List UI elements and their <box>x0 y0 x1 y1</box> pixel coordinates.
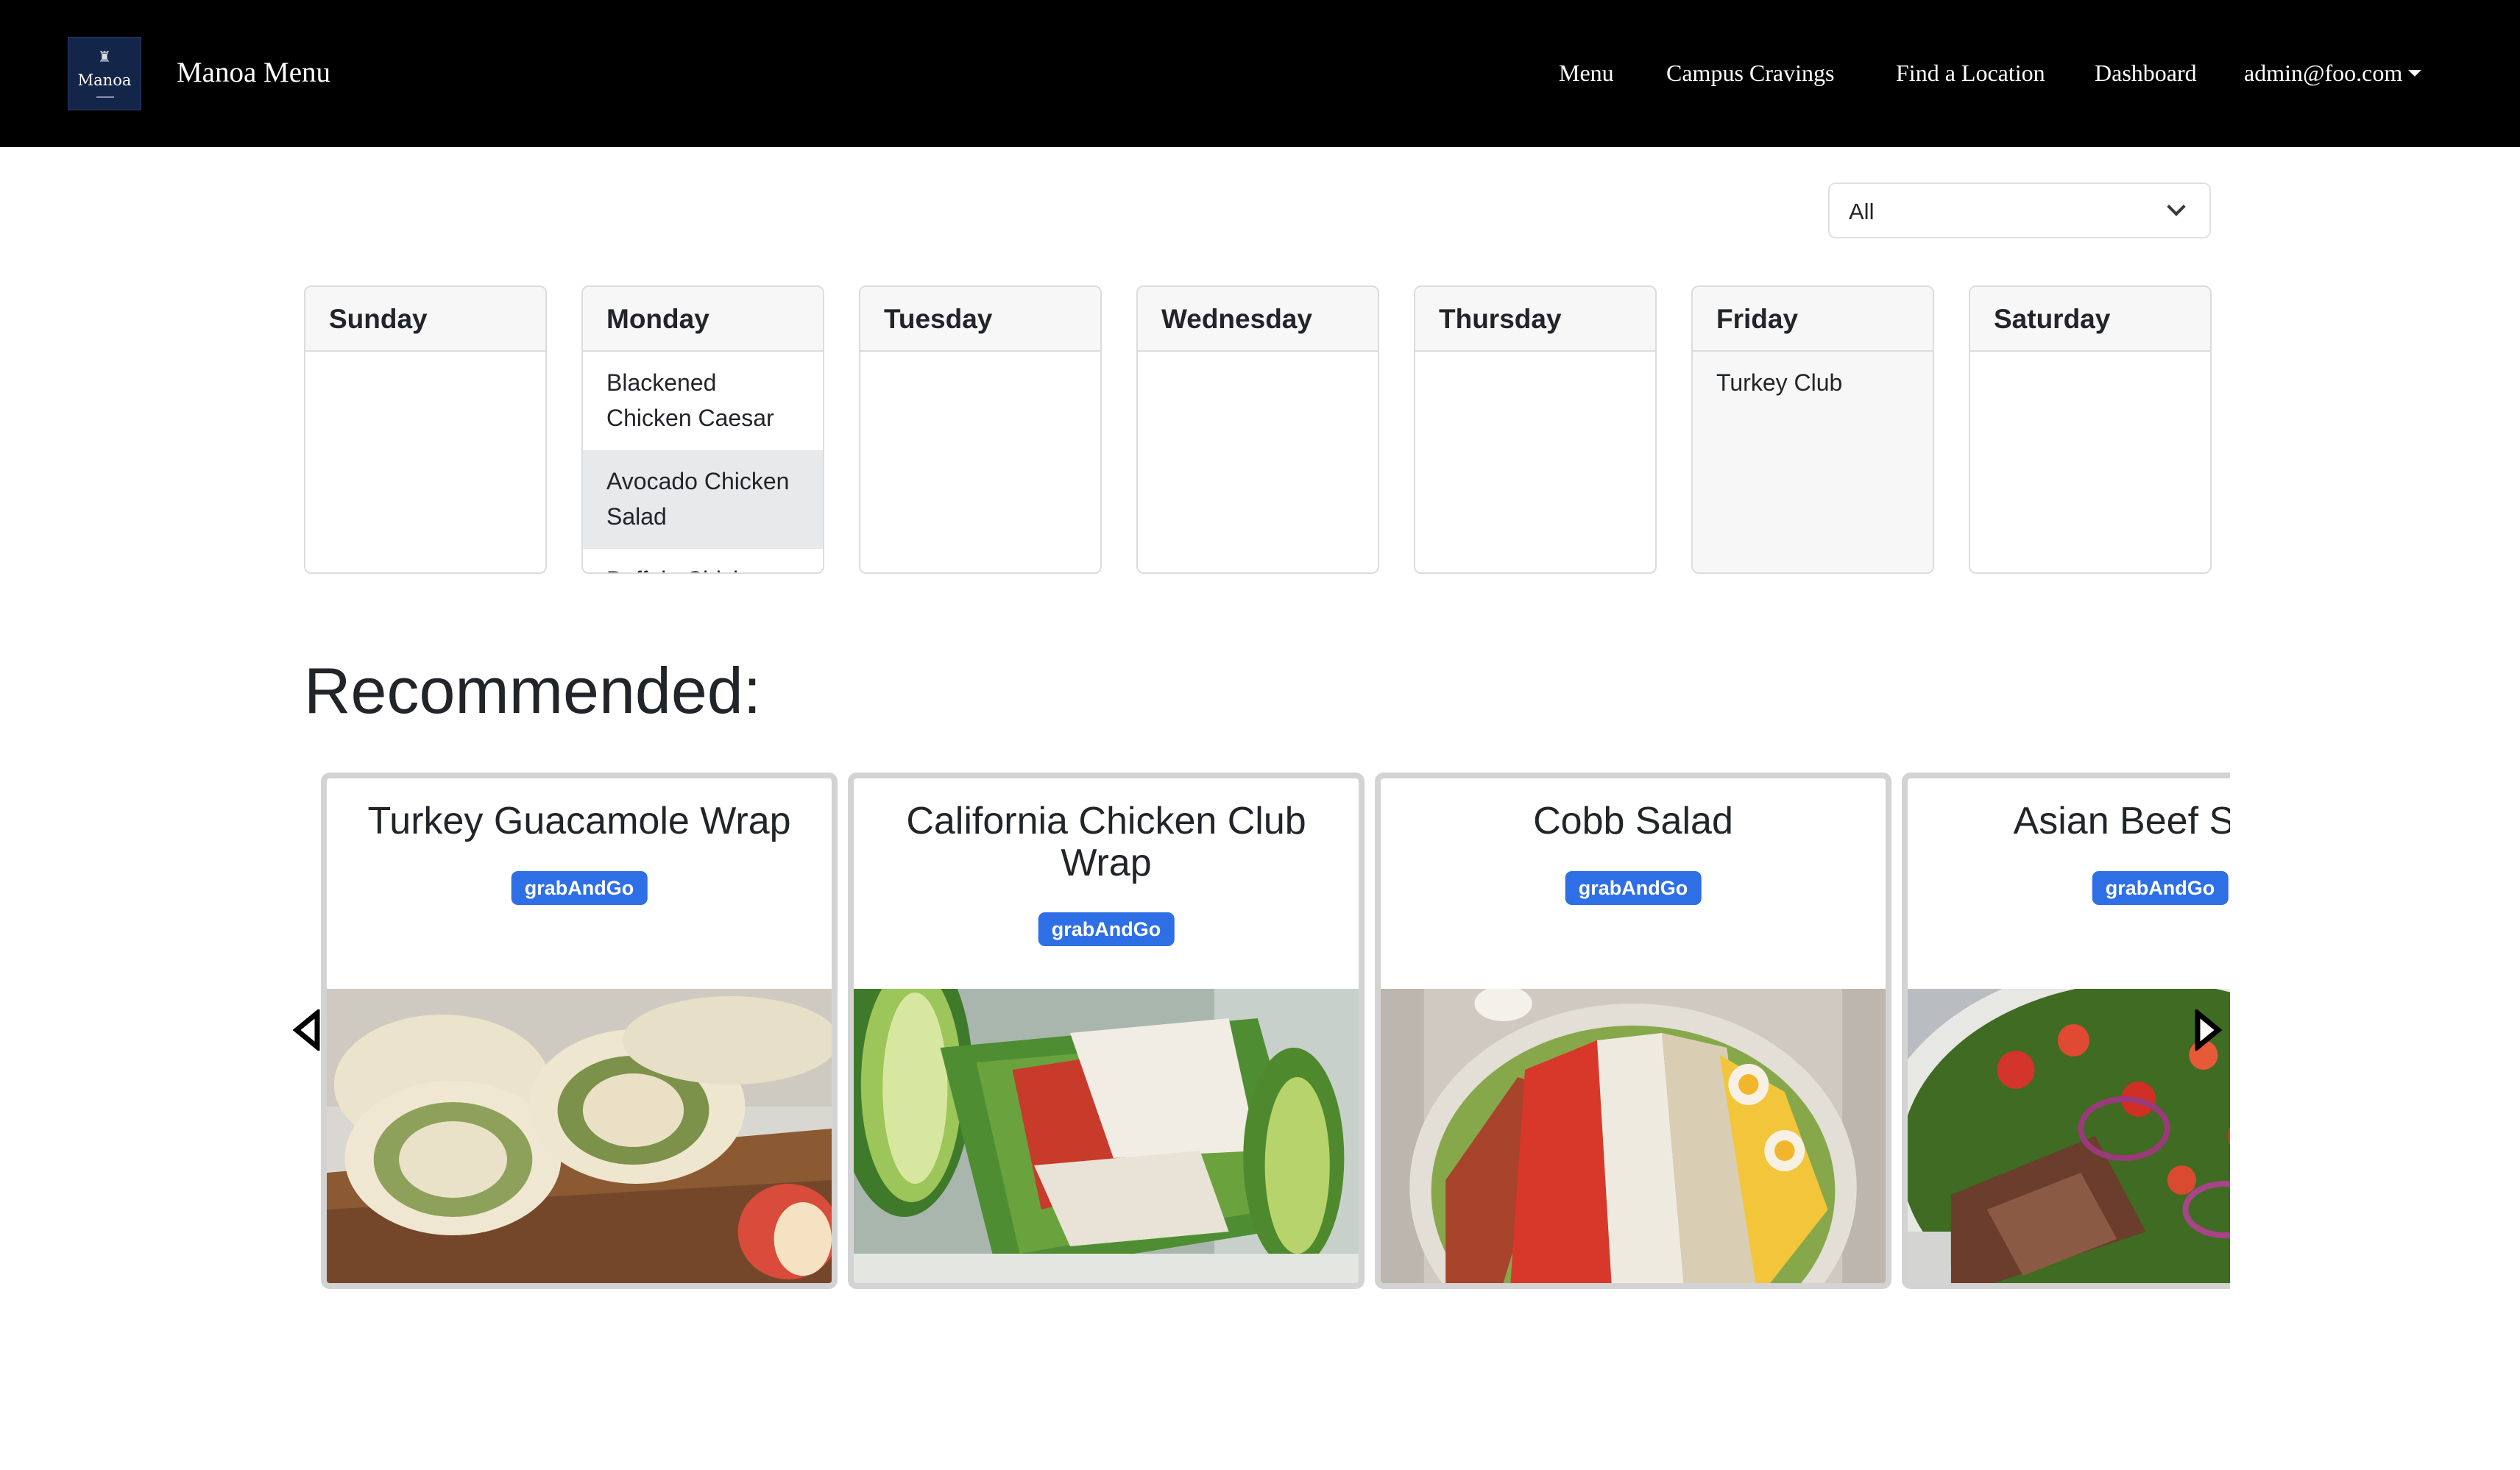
user-email: admin@foo.com <box>2244 60 2403 86</box>
carousel-next-button[interactable] <box>2193 1007 2223 1053</box>
day-header: Sunday <box>305 287 545 352</box>
day-items <box>1138 352 1378 572</box>
day-items <box>1970 352 2210 572</box>
nav-link-find-location[interactable]: Find a Location <box>1896 59 2045 87</box>
card-title: California Chicken Club Wrap <box>906 800 1306 884</box>
day-menu-item[interactable]: Buffalo Chicken <box>583 549 823 572</box>
day-name: Sunday <box>329 304 428 334</box>
card-title: Cobb Salad <box>1533 800 1733 842</box>
top-navbar: ♜ Manoa Manoa Menu Menu Campus Cravings … <box>0 0 2520 147</box>
crest-icon: ♜ <box>98 48 111 65</box>
user-dropdown[interactable]: admin@foo.com <box>2244 59 2422 87</box>
day-name: Saturday <box>1994 304 2111 334</box>
recommended-heading: Recommended: <box>304 654 762 727</box>
recommended-card[interactable]: Asian Beef Salad grabAndGo <box>1902 773 2230 1289</box>
nav-link-campus-cravings[interactable]: Campus Cravings <box>1666 59 1834 87</box>
logo-text: Manoa <box>77 71 132 89</box>
beef-salad-photo <box>1908 989 2230 1283</box>
day-name: Thursday <box>1439 304 1562 334</box>
triangle-right-icon <box>2195 1007 2223 1053</box>
day-items[interactable]: Turkey Club <box>1693 352 1933 572</box>
cobb-salad-photo <box>1381 989 1886 1283</box>
day-header: Thursday <box>1415 287 1655 352</box>
day-card-sunday: Sunday <box>304 285 547 574</box>
recommended-card[interactable]: Turkey Guacamole Wrap grabAndGo <box>321 773 838 1289</box>
day-menu-item[interactable]: Avocado Chicken Salad <box>583 450 823 549</box>
club-wrap-photo <box>854 989 1359 1283</box>
brand-title[interactable]: Manoa Menu <box>177 56 330 90</box>
day-items <box>1415 352 1655 572</box>
day-card-friday: Friday Turkey Club <box>1691 285 1934 574</box>
day-name: Monday <box>606 304 709 334</box>
wrap-photo-image <box>327 989 832 1283</box>
category-badge: grabAndGo <box>1565 871 1702 905</box>
nav-link-dashboard[interactable]: Dashboard <box>2095 59 2197 87</box>
day-header: Tuesday <box>860 287 1100 352</box>
day-card-saturday: Saturday <box>1969 285 2212 574</box>
category-badge: grabAndGo <box>2092 871 2229 905</box>
day-name: Friday <box>1716 304 1799 334</box>
day-name: Wednesday <box>1161 304 1312 334</box>
day-card-thursday: Thursday <box>1414 285 1657 574</box>
recommended-card[interactable]: California Chicken Club Wrap grabAndGo <box>848 773 1365 1289</box>
wrap-photo <box>327 989 832 1283</box>
manoa-logo[interactable]: ♜ Manoa <box>68 37 141 110</box>
day-header: Wednesday <box>1138 287 1378 352</box>
cobb-salad-photo-image <box>1381 989 1886 1283</box>
day-menu-item[interactable]: Turkey Club <box>1693 352 1933 415</box>
day-card-monday: Monday Blackened Chicken Caesar Avocado … <box>581 285 824 574</box>
category-badge: grabAndGo <box>511 871 648 905</box>
card-title: Turkey Guacamole Wrap <box>367 800 791 842</box>
chevron-down-icon <box>2167 197 2186 216</box>
nav-link-menu[interactable]: Menu <box>1559 59 1614 87</box>
day-card-tuesday: Tuesday <box>859 285 1102 574</box>
recommended-carousel[interactable]: Turkey Guacamole Wrap grabAndGo Californ… <box>321 773 2230 1289</box>
card-title: Asian Beef Salad <box>2013 800 2230 842</box>
day-name: Tuesday <box>884 304 993 334</box>
beef-salad-photo-image <box>1908 989 2230 1283</box>
day-header: Friday <box>1693 287 1933 352</box>
triangle-left-icon <box>292 1007 320 1053</box>
day-items <box>860 352 1100 572</box>
day-menu-item[interactable]: Blackened Chicken Caesar <box>583 352 823 450</box>
category-badge: grabAndGo <box>1038 912 1175 946</box>
day-header: Saturday <box>1970 287 2210 352</box>
logo-underline <box>96 96 114 98</box>
day-items <box>305 352 545 572</box>
recommended-card[interactable]: Cobb Salad grabAndGo <box>1375 773 1891 1289</box>
carousel-prev-button[interactable] <box>292 1007 322 1053</box>
day-items[interactable]: Blackened Chicken Caesar Avocado Chicken… <box>583 352 823 572</box>
day-card-wednesday: Wednesday <box>1136 285 1379 574</box>
category-filter-select[interactable]: All <box>1828 182 2211 238</box>
day-header: Monday <box>583 287 823 352</box>
club-wrap-photo-image <box>854 989 1359 1283</box>
filter-selected-value: All <box>1849 199 1875 224</box>
caret-down-icon <box>2408 70 2422 77</box>
